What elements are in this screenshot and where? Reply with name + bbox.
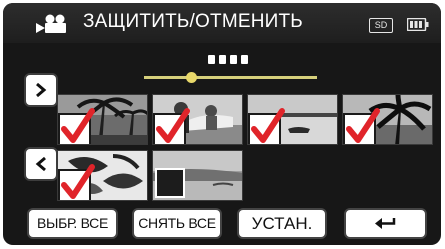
- video-camera-icon: [36, 14, 66, 33]
- video-thumbnail[interactable]: [152, 94, 243, 145]
- check-mark-icon: [61, 108, 95, 143]
- page-indicator: [208, 55, 248, 66]
- return-arrow-icon: [374, 217, 395, 229]
- video-thumbnail[interactable]: [342, 94, 433, 145]
- select-all-button[interactable]: ВЫБР. ВСЕ: [27, 208, 118, 239]
- page-dot: [219, 55, 226, 64]
- page-dot: [241, 55, 248, 64]
- check-mark-icon: [251, 108, 285, 143]
- protect-checkbox[interactable]: [58, 164, 95, 200]
- video-thumbnail[interactable]: [247, 94, 338, 145]
- next-page-button[interactable]: [24, 73, 58, 107]
- protect-checkbox[interactable]: [153, 108, 190, 144]
- slider-knob[interactable]: [185, 72, 197, 83]
- video-thumbnail[interactable]: [57, 94, 148, 145]
- prev-page-button[interactable]: [24, 147, 58, 181]
- set-button[interactable]: УСТАН.: [237, 208, 327, 239]
- protect-checkbox[interactable]: [248, 108, 285, 144]
- title-bar: ЗАЩИТИТЬ/ОТМЕНИТЬ SD: [3, 3, 441, 43]
- battery-icon: [407, 18, 429, 31]
- page-dot: [208, 55, 215, 64]
- check-mark-icon: [61, 164, 95, 199]
- page-dot: [230, 55, 237, 64]
- protect-checkbox[interactable]: [155, 168, 185, 198]
- video-thumbnail[interactable]: [57, 150, 148, 201]
- protect-screen: ЗАЩИТИТЬ/ОТМЕНИТЬ SD ВЫБР. ВСЕ СНЯТЬ ВСЕ…: [3, 3, 441, 245]
- back-button[interactable]: [344, 208, 427, 239]
- protect-checkbox[interactable]: [58, 108, 95, 144]
- scroll-slider[interactable]: [144, 72, 317, 83]
- sd-card-badge: SD: [369, 18, 393, 33]
- check-mark-icon: [346, 108, 380, 143]
- clear-all-button[interactable]: СНЯТЬ ВСЕ: [132, 208, 222, 239]
- video-thumbnail[interactable]: [152, 150, 243, 201]
- chevron-right-icon: [36, 82, 47, 98]
- protect-checkbox[interactable]: [343, 108, 380, 144]
- check-mark-icon: [156, 108, 190, 143]
- screen-title: ЗАЩИТИТЬ/ОТМЕНИТЬ: [83, 11, 303, 32]
- chevron-left-icon: [35, 156, 46, 172]
